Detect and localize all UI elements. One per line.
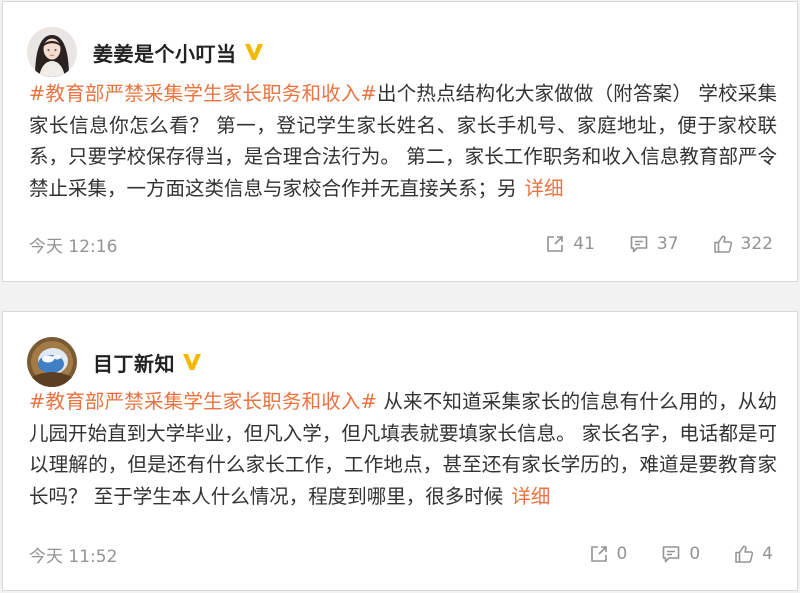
more-link[interactable]: 详细 xyxy=(525,177,564,200)
username[interactable]: 姜姜是个小叮当 xyxy=(93,38,237,67)
hashtag-link[interactable]: #教育部严禁采集学生家长职务和收入# xyxy=(29,390,377,413)
post-content: #教育部严禁采集学生家长职务和收入#出个热点结构化大家做做（附答案） 学校采集家… xyxy=(29,78,777,204)
share-button[interactable]: 41 xyxy=(545,234,595,254)
comment-button[interactable]: 0 xyxy=(661,544,700,564)
thumbs-up-icon xyxy=(735,545,754,563)
post-header: 姜姜是个小叮当 xyxy=(27,27,265,77)
post-content: #教育部严禁采集学生家长职务和收入# 从来不知道采集家长的信息有什么用的，从幼儿… xyxy=(29,386,777,512)
thumbs-up-icon xyxy=(713,235,732,253)
post-time: 今天 12:16 xyxy=(29,236,118,257)
like-button[interactable]: 322 xyxy=(713,234,773,254)
avatar[interactable] xyxy=(27,27,77,77)
post-footer: 今天 11:52 0 0 4 xyxy=(29,541,773,567)
share-button[interactable]: 0 xyxy=(589,544,628,564)
post-time: 今天 11:52 xyxy=(29,546,118,567)
share-count: 0 xyxy=(616,544,628,564)
username[interactable]: 目丁新知 xyxy=(93,348,175,377)
comment-icon xyxy=(663,546,680,563)
comment-button[interactable]: 37 xyxy=(629,234,679,254)
verified-v-badge-icon xyxy=(243,41,265,63)
more-link[interactable]: 详细 xyxy=(511,485,550,508)
verified-v-badge-icon xyxy=(181,351,203,373)
post-card: 姜姜是个小叮当 #教育部严禁采集学生家长职务和收入#出个热点结构化大家做做（附答… xyxy=(2,1,798,282)
like-count: 322 xyxy=(740,234,773,254)
avatar[interactable] xyxy=(27,337,77,387)
comment-count: 0 xyxy=(689,544,701,564)
like-button[interactable]: 4 xyxy=(734,544,773,564)
post-footer: 今天 12:16 41 37 322 xyxy=(29,231,773,257)
hashtag-link[interactable]: #教育部严禁采集学生家长职务和收入# xyxy=(29,82,377,105)
like-count: 4 xyxy=(762,544,773,564)
comment-count: 37 xyxy=(656,234,679,254)
share-icon xyxy=(590,546,607,562)
comment-icon xyxy=(630,236,648,253)
post-header: 目丁新知 xyxy=(27,337,203,387)
share-count: 41 xyxy=(573,234,595,254)
post-card: 目丁新知 #教育部严禁采集学生家长职务和收入# 从来不知道采集家长的信息有什么用… xyxy=(2,311,798,591)
share-icon xyxy=(547,236,564,252)
